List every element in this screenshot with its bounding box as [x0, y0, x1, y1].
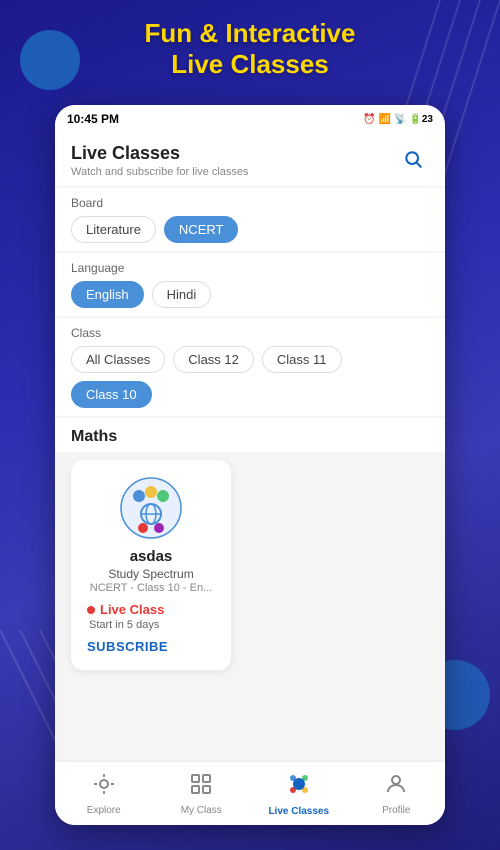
battery-icon: 🔋23: [409, 114, 433, 125]
header-title-line2: Live Classes: [171, 49, 329, 79]
search-button[interactable]: [397, 143, 429, 175]
live-status-text: Live Class: [100, 602, 164, 617]
class-pill-all[interactable]: All Classes: [71, 346, 165, 373]
class-pill-10[interactable]: Class 10: [71, 381, 152, 408]
language-pill-english[interactable]: English: [71, 281, 144, 308]
bottom-nav: Explore My Class: [55, 761, 445, 825]
card-area: asdas Study Spectrum NCERT - Class 10 - …: [55, 452, 445, 678]
board-pill-ncert[interactable]: NCERT: [164, 216, 239, 243]
board-filter-label: Board: [71, 196, 429, 210]
nav-item-my-class[interactable]: My Class: [153, 762, 251, 825]
nav-item-live-classes[interactable]: Live Classes: [250, 762, 348, 825]
page-title: Live Classes: [71, 143, 249, 164]
nav-label-my-class: My Class: [181, 805, 222, 816]
nav-item-profile[interactable]: Profile: [348, 762, 446, 825]
status-icons: ⏰ 📶 📡 🔋23: [363, 114, 433, 125]
live-classes-icon: [286, 771, 312, 803]
page-subtitle: Watch and subscribe for live classes: [71, 166, 249, 178]
board-filter-pills: Literature NCERT: [71, 216, 429, 243]
header-title-line1: Fun & Interactive: [145, 18, 356, 48]
nav-label-explore: Explore: [87, 805, 121, 816]
subject-heading: Maths: [55, 418, 445, 452]
class-filter-label: Class: [71, 326, 429, 340]
class-pill-11[interactable]: Class 11: [262, 346, 342, 373]
live-class-card: asdas Study Spectrum NCERT - Class 10 - …: [71, 460, 231, 670]
status-time: 10:45 PM: [67, 112, 119, 126]
subject-name: Maths: [71, 428, 429, 446]
alarm-icon: ⏰: [363, 114, 375, 125]
class-pill-12[interactable]: Class 12: [173, 346, 254, 373]
nav-label-live-classes: Live Classes: [268, 806, 329, 817]
card-title: asdas: [87, 548, 215, 565]
board-pill-literature[interactable]: Literature: [71, 216, 156, 243]
class-card-icon: [119, 476, 183, 540]
language-filter-label: Language: [71, 261, 429, 275]
subscribe-button[interactable]: SUBSCRIBE: [87, 639, 168, 654]
status-bar: 10:45 PM ⏰ 📶 📡 🔋23: [55, 105, 445, 133]
top-bar: Live Classes Watch and subscribe for liv…: [55, 133, 445, 186]
card-provider: Study Spectrum: [87, 567, 215, 581]
phone-frame: 10:45 PM ⏰ 📶 📡 🔋23 Live Classes Watch an…: [55, 105, 445, 825]
language-filter-section: Language English Hindi: [55, 253, 445, 316]
live-badge: Live Class: [87, 602, 164, 617]
top-bar-text: Live Classes Watch and subscribe for liv…: [71, 143, 249, 178]
start-info-text: Start in 5 days: [89, 619, 159, 631]
profile-icon: [384, 772, 408, 802]
signal-bars-icon: 📡: [394, 114, 406, 125]
class-filter-section: Class All Classes Class 12 Class 11 Clas…: [55, 318, 445, 416]
class-filter-pills: All Classes Class 12 Class 11 Class 10: [71, 346, 429, 408]
language-pill-hindi[interactable]: Hindi: [152, 281, 212, 308]
nav-item-explore[interactable]: Explore: [55, 762, 153, 825]
card-meta: NCERT - Class 10 - En...: [87, 582, 215, 594]
header-title: Fun & Interactive Live Classes: [0, 18, 500, 80]
live-dot: [87, 606, 95, 614]
nav-label-profile: Profile: [382, 805, 410, 816]
app-content: Live Classes Watch and subscribe for liv…: [55, 133, 445, 825]
board-filter-section: Board Literature NCERT: [55, 188, 445, 251]
explore-icon: [92, 772, 116, 802]
wifi-icon: 📶: [379, 114, 391, 125]
language-filter-pills: English Hindi: [71, 281, 429, 308]
my-class-icon: [189, 772, 213, 802]
